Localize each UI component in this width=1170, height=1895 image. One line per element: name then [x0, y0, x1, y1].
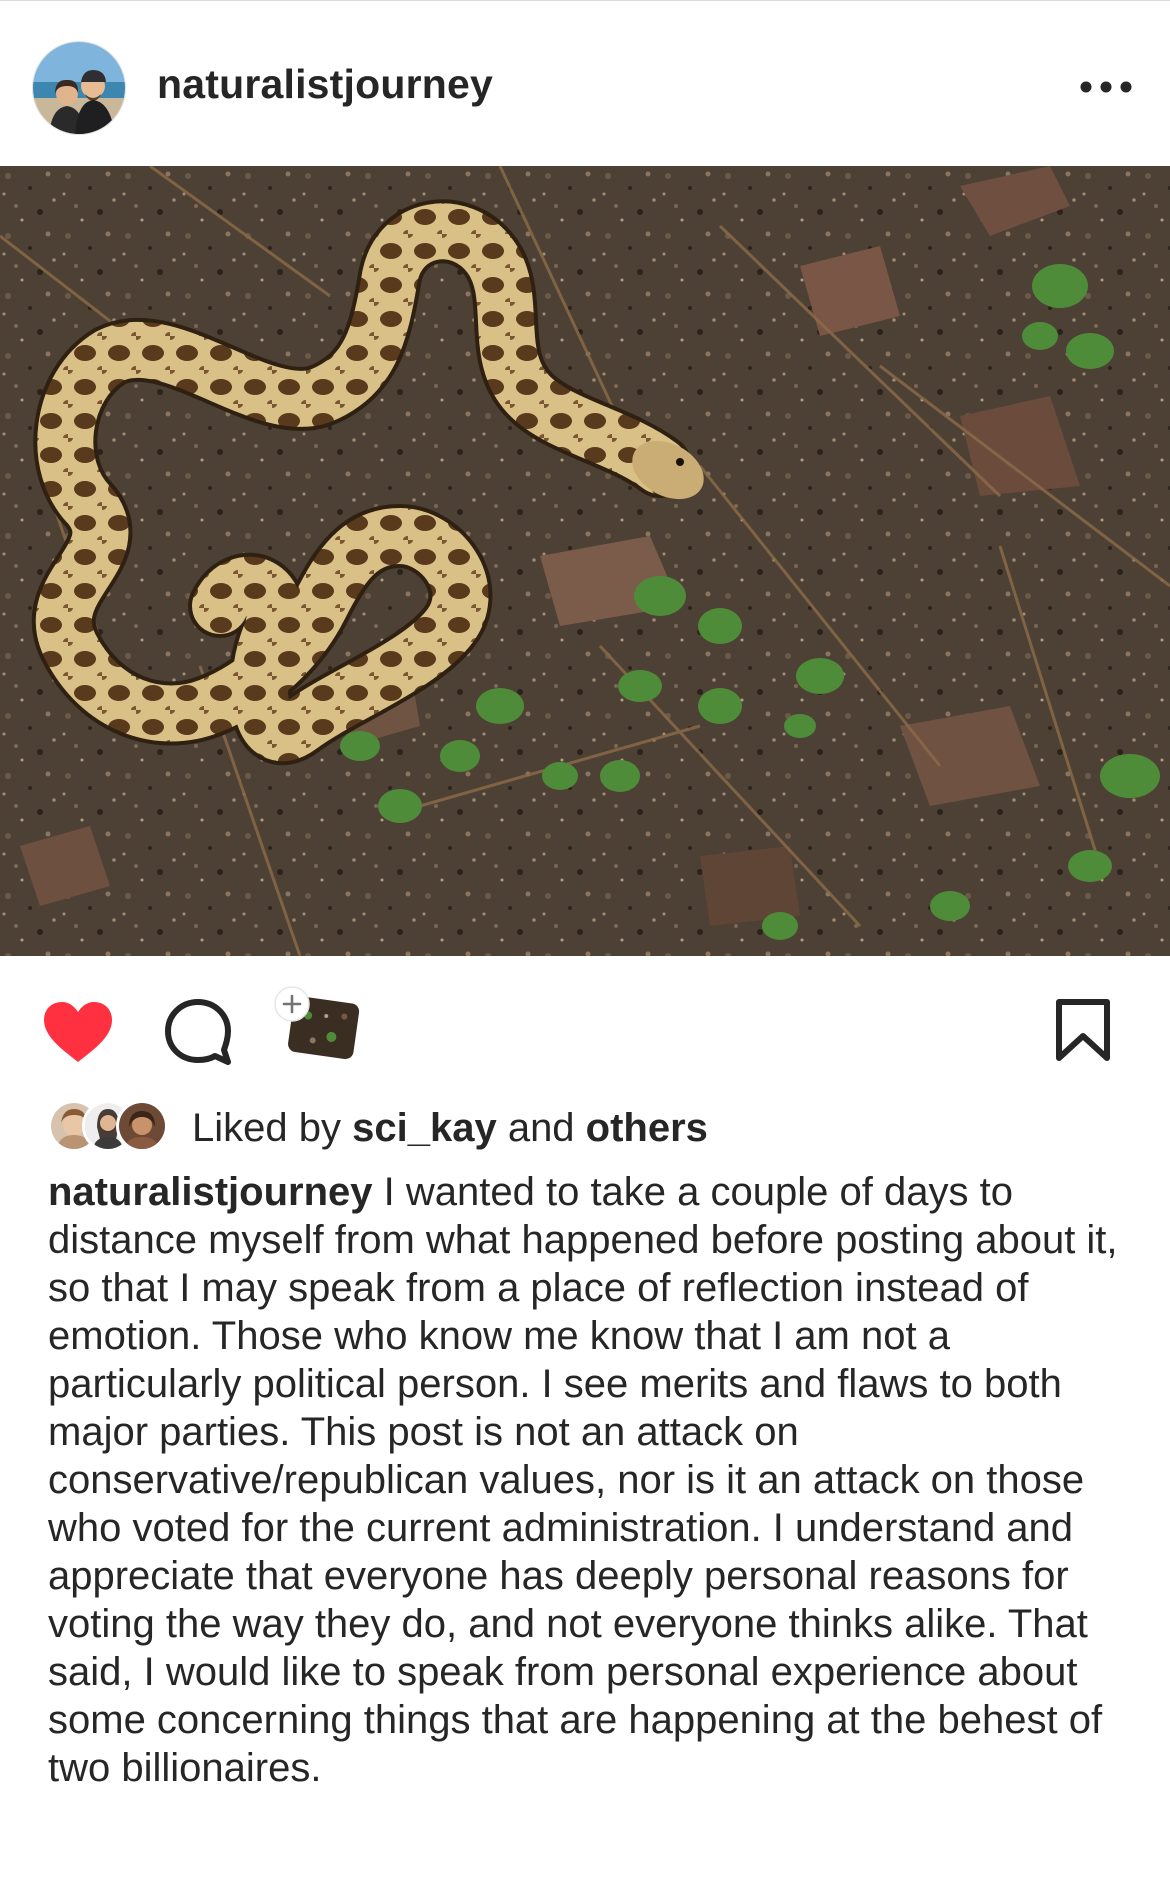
profile-avatar[interactable]	[32, 41, 126, 135]
caption-text: I wanted to take a couple of days to dis…	[48, 1170, 1118, 1790]
post-username[interactable]: naturalistjourney	[157, 61, 493, 108]
heart-filled-icon[interactable]	[42, 1000, 114, 1064]
likes-others[interactable]: others	[586, 1106, 708, 1150]
likes-joiner: and	[496, 1106, 586, 1150]
likes-row: Liked by sci_kay and others	[48, 1100, 1128, 1156]
ellipsis-horizontal-icon[interactable]	[1078, 73, 1134, 101]
liker-avatar[interactable]	[116, 1100, 168, 1152]
post-header: naturalistjourney	[0, 0, 1170, 166]
post-photo[interactable]	[0, 166, 1170, 956]
post-caption: naturalistjourney I wanted to take a cou…	[48, 1168, 1128, 1792]
likes-summary[interactable]: Liked by sci_kay and others	[192, 1106, 708, 1151]
liker-username[interactable]: sci_kay	[352, 1106, 497, 1150]
bookmark-icon[interactable]	[1054, 998, 1112, 1062]
caption-username[interactable]: naturalistjourney	[48, 1170, 373, 1214]
likes-prefix: Liked by	[192, 1106, 353, 1150]
comment-bubble-icon[interactable]	[164, 998, 232, 1066]
add-to-story-icon[interactable]	[270, 986, 362, 1068]
